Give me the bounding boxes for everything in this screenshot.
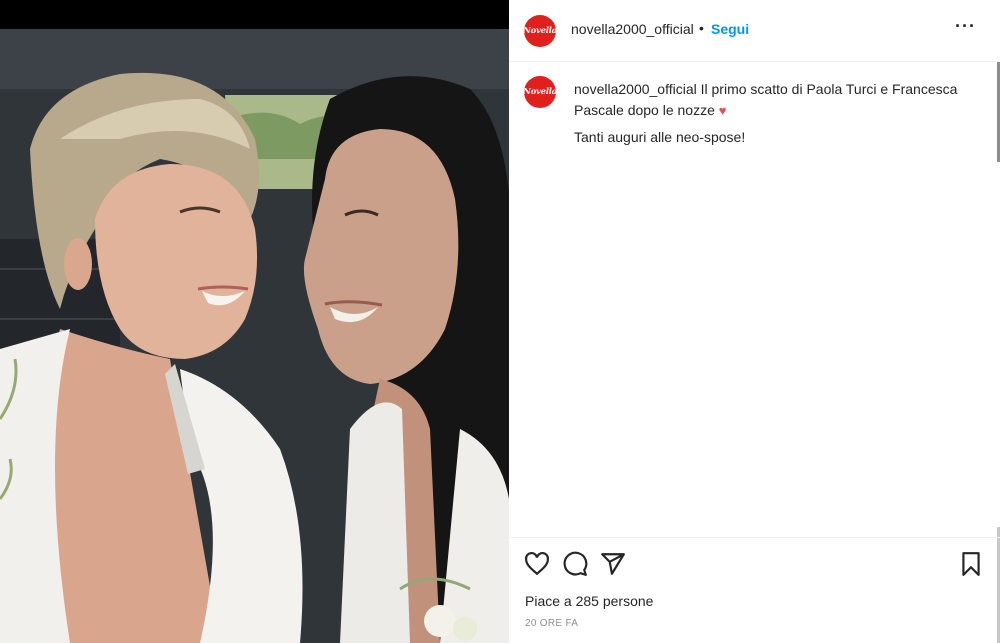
bookmark-icon[interactable]: [958, 551, 984, 577]
post-photo[interactable]: [0, 0, 509, 643]
heart-emoji-icon: ♥: [718, 103, 727, 118]
actions-divider: [509, 537, 1000, 538]
post-side-panel: Novella novella2000_official • Segui ···…: [509, 0, 1000, 643]
caption-username-link[interactable]: novella2000_official: [574, 81, 697, 97]
post-header: Novella novella2000_official • Segui ···: [509, 0, 1000, 62]
likes-count[interactable]: Piace a 285 persone: [525, 593, 653, 609]
more-options-icon[interactable]: ···: [955, 16, 976, 37]
avatar[interactable]: Novella: [524, 15, 556, 47]
photo-top-bar: [0, 0, 509, 29]
post-caption: novella2000_official Il primo scatto di …: [574, 79, 974, 121]
caption-avatar-logo-text: Novella: [524, 87, 556, 97]
comment-icon[interactable]: [562, 551, 588, 577]
header-separator: •: [699, 20, 704, 36]
caption-second-line: Tanti auguri alle neo-spose!: [574, 129, 746, 145]
share-icon[interactable]: [600, 551, 626, 577]
header-username-link[interactable]: novella2000_official: [571, 21, 694, 37]
caption-avatar[interactable]: Novella: [524, 76, 556, 108]
post-timestamp[interactable]: 20 ORE FA: [525, 618, 578, 629]
heart-icon[interactable]: [524, 551, 550, 577]
follow-button[interactable]: Segui: [711, 21, 749, 37]
avatar-logo-text: Novella: [524, 26, 556, 36]
wedding-photo: [0, 29, 509, 643]
